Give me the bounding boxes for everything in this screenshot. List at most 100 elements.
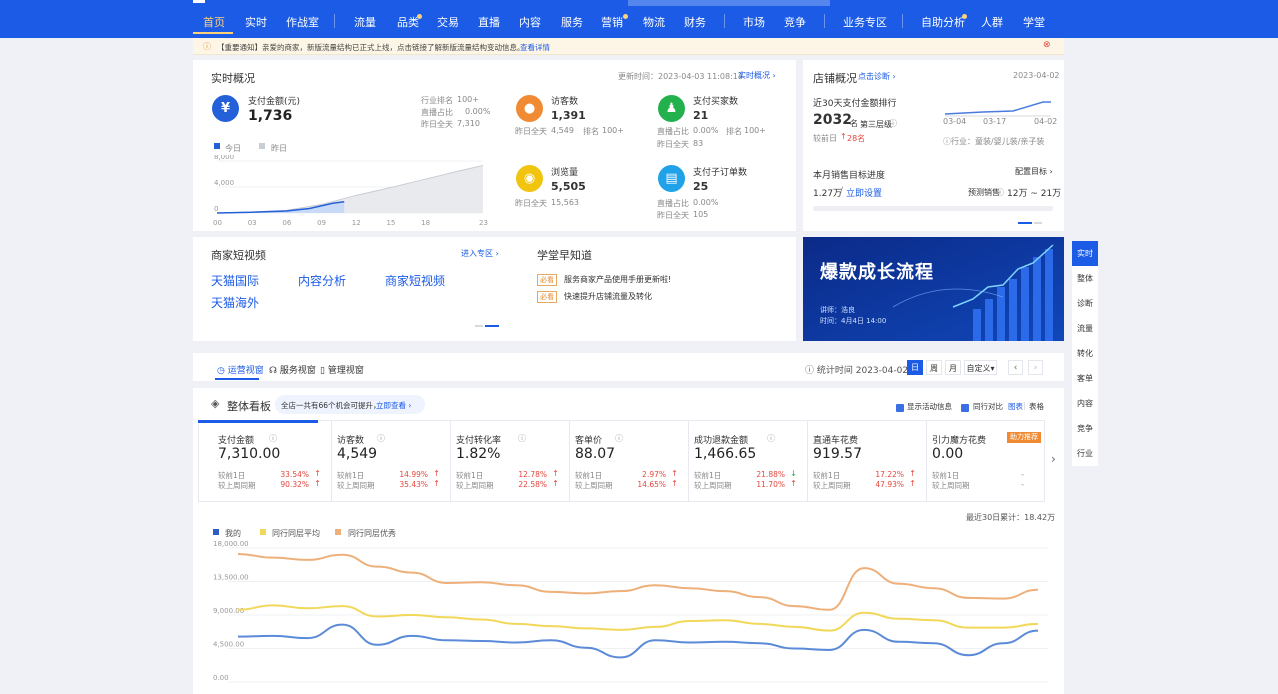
- nav-item-self-analysis[interactable]: 自助分析: [921, 14, 965, 30]
- nav-item-logistics[interactable]: 物流: [643, 14, 665, 30]
- carousel-dot[interactable]: [475, 325, 483, 327]
- tab-management[interactable]: ▯ 管理视窗: [320, 363, 364, 376]
- school-item[interactable]: 服务商家产品使用手册更新啦!: [564, 274, 671, 285]
- x-tick-label: 03: [248, 219, 257, 227]
- search-input[interactable]: [628, 0, 830, 6]
- sidebar-item-realtime[interactable]: 实时: [1072, 241, 1098, 266]
- kpi-card[interactable]: 访客数 ⓘ 4,549 较前1日 14.99% ↑ 较上周同期 35.43% ↑: [332, 421, 451, 501]
- sidebar-item-conversion[interactable]: 转化: [1072, 341, 1098, 366]
- buyers-value: 21: [693, 109, 709, 122]
- nav-item-school[interactable]: 学堂: [1023, 14, 1045, 30]
- nav-item-category[interactable]: 品类: [397, 14, 419, 30]
- notice-link[interactable]: 查看详情: [520, 42, 550, 53]
- prev-arrow-icon[interactable]: ‹: [1008, 360, 1023, 375]
- rank-unit: 名: [850, 119, 858, 128]
- kpi-card[interactable]: 引力魔方花费 助力推荐 0.00 较前1日 - 较上周同期 -: [927, 421, 1046, 501]
- enter-zone-link[interactable]: 进入专区 ›: [461, 248, 499, 259]
- show-activity-checkbox[interactable]: [896, 401, 904, 414]
- down-arrow-icon: ↓: [790, 469, 797, 478]
- yesterday-area: [217, 165, 483, 213]
- card-title: 实时概况: [211, 72, 255, 85]
- nav-item-traffic[interactable]: 流量: [354, 14, 376, 30]
- live-value: 0.00%: [465, 107, 491, 116]
- tab-service[interactable]: ☊ 服务视窗: [269, 363, 316, 376]
- peer-compare-checkbox[interactable]: [961, 401, 969, 414]
- kpi-card[interactable]: 成功退款金额 ⓘ 1,466.65 较前1日 21.88% ↓ 较上周同期 11.70% ↑: [689, 421, 808, 501]
- layers-icon: ◈: [211, 397, 220, 410]
- promo-banner[interactable]: 爆款成长流程 讲师：浩良 时间：4月4日 14:00: [803, 237, 1064, 341]
- notice-text: 【重要通知】亲爱的商家，新版流量结构已正式上线，点击链接了解新版流量结构变动信息…: [217, 43, 525, 52]
- yday-value: 4,549: [551, 126, 574, 135]
- sidebar-item-traffic[interactable]: 流量: [1072, 316, 1098, 341]
- nav-item-market[interactable]: 市场: [743, 14, 765, 30]
- kpi-card[interactable]: 客单价 ⓘ 88.07 较前1日 2.97% ↑ 较上周同期 14.65% ↑: [570, 421, 689, 501]
- right-sidebar: 实时 整体 诊断 流量 转化 客单 内容 竞争 行业: [1072, 241, 1098, 466]
- diagnose-link[interactable]: 点击诊断 ›: [858, 71, 896, 82]
- close-icon[interactable]: ⊗: [1043, 40, 1051, 50]
- y-tick-label: 9,000.00: [213, 607, 244, 615]
- chart-view-toggle[interactable]: 图表: [1008, 401, 1023, 412]
- sidebar-item-overall[interactable]: 整体: [1072, 266, 1098, 291]
- video-card: 商家短视频 进入专区 › 天猫国际 内容分析 商家短视频 天猫海外 学堂早知道 …: [193, 237, 796, 341]
- nav-item-home[interactable]: 首页: [203, 14, 225, 30]
- trend-line-chart: 18,000.00 13,500.00 9,000.00 4,500.00 0.00: [213, 540, 1048, 683]
- nav-item-competition[interactable]: 竞争: [784, 14, 806, 30]
- live-value: 0.00%: [693, 198, 719, 207]
- video-link-tmall-overseas[interactable]: 天猫海外: [211, 294, 259, 311]
- opportunity-tip[interactable]: 全店一共有66个机会可提升， 立即查看 ›: [275, 395, 425, 414]
- kpi-card[interactable]: 直通车花费 919.57 较前1日 17.22% ↑ 较上周同期 47.93% ↑: [808, 421, 927, 501]
- school-item[interactable]: 快速提升店铺流量及转化: [564, 291, 652, 302]
- nav-item-warroom[interactable]: 作战室: [286, 14, 319, 30]
- video-link-merchant-video[interactable]: 商家短视频: [385, 272, 445, 289]
- views-value: 5,505: [551, 180, 586, 193]
- nav-item-business-zone[interactable]: 业务专区: [843, 14, 887, 30]
- tier-label: 第三层级: [860, 120, 892, 129]
- tip-link[interactable]: 立即查看 ›: [376, 400, 411, 411]
- period-month-button[interactable]: 月: [945, 360, 961, 375]
- config-target-link[interactable]: 配置目标 ›: [1015, 166, 1053, 177]
- sidebar-item-aov[interactable]: 客单: [1072, 366, 1098, 391]
- set-target-link[interactable]: 立即设置: [846, 186, 882, 199]
- kpi-next-arrow-icon[interactable]: ›: [1051, 452, 1056, 466]
- video-link-content-analysis[interactable]: 内容分析: [298, 272, 346, 289]
- nav-item-realtime[interactable]: 实时: [245, 14, 267, 30]
- table-view-toggle[interactable]: 表格: [1029, 401, 1044, 412]
- tip-text: 全店一共有66个机会可提升，: [281, 401, 381, 410]
- period-day-button[interactable]: 日: [907, 360, 923, 375]
- next-arrow-icon[interactable]: ›: [1028, 360, 1043, 375]
- yday-label: 昨日全天: [421, 120, 453, 129]
- buyers-label: 支付买家数: [693, 97, 739, 107]
- live-label: 直播占比: [421, 108, 453, 117]
- video-link-tmall-intl[interactable]: 天猫国际: [211, 272, 259, 289]
- slash: /: [840, 186, 844, 196]
- nav-item-crowd[interactable]: 人群: [981, 14, 1003, 30]
- carousel-dot[interactable]: [1018, 222, 1032, 224]
- nav-divider: [334, 14, 335, 28]
- nav-item-content[interactable]: 内容: [519, 14, 541, 30]
- sales-amount: 1.27万: [813, 189, 843, 199]
- school-title: 学堂早知道: [537, 249, 592, 262]
- period-custom-button[interactable]: 自定义▾: [964, 360, 997, 375]
- carousel-dot[interactable]: [485, 325, 499, 327]
- nav-item-marketing[interactable]: 营销: [601, 14, 623, 30]
- visitors-label: 访客数: [551, 97, 579, 107]
- tab-operations[interactable]: ◷ 运营视窗: [217, 363, 264, 376]
- nav-item-live[interactable]: 直播: [478, 14, 500, 30]
- sidebar-item-competition[interactable]: 竞争: [1072, 416, 1098, 441]
- visitors-value: 1,391: [551, 109, 586, 122]
- kpi-card[interactable]: 支付金额 ⓘ 7,310.00 较前1日 33.54% ↑ 较上周同期 90.32% ↑: [213, 421, 332, 501]
- period-week-button[interactable]: 周: [926, 360, 942, 375]
- carousel-dot[interactable]: [1034, 222, 1042, 224]
- up-arrow-icon: ↑: [552, 469, 559, 478]
- sidebar-item-industry[interactable]: 行业: [1072, 441, 1098, 466]
- update-time: 更新时间：2023-04-03 11:08:14: [618, 72, 743, 81]
- realtime-link[interactable]: 实时概况 ›: [738, 70, 776, 81]
- x-tick-label: 12: [352, 219, 361, 227]
- sidebar-item-diagnosis[interactable]: 诊断: [1072, 291, 1098, 316]
- sidebar-item-content[interactable]: 内容: [1072, 391, 1098, 416]
- nav-item-finance[interactable]: 财务: [684, 14, 706, 30]
- nav-item-trade[interactable]: 交易: [437, 14, 459, 30]
- kpi-card[interactable]: 支付转化率 ⓘ 1.82% 较前1日 12.78% ↑ 较上周同期 22.58% ↑: [451, 421, 570, 501]
- nav-item-service[interactable]: 服务: [561, 14, 583, 30]
- overall-board: ◈ 整体看板 全店一共有66个机会可提升， 立即查看 › 显示活动信息 同行对比…: [193, 388, 1064, 694]
